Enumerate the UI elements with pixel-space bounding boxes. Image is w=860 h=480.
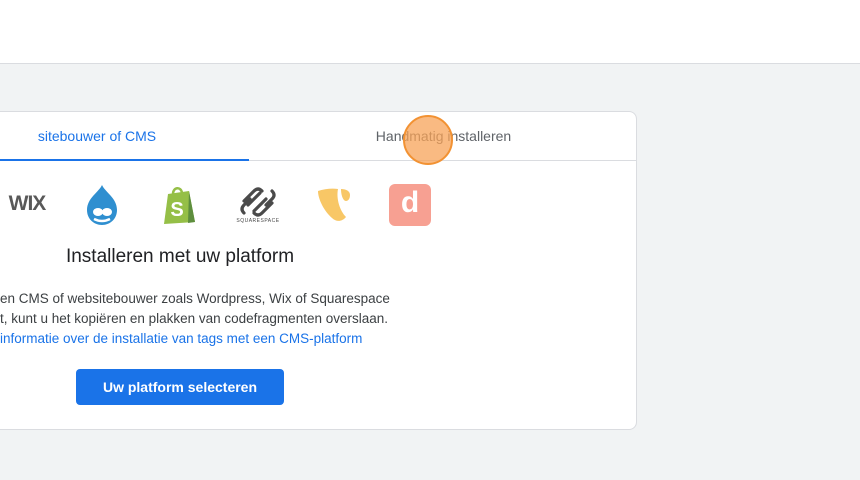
top-app-bar [0,0,860,64]
duda-logo-text: d [400,186,420,219]
wix-logo-icon[interactable]: WIX [6,184,48,224]
squarespace-logo-icon[interactable]: SQUARESPACE [236,184,280,226]
svg-text:S: S [170,199,183,221]
install-description: en CMS of websitebouwer zoals Wordpress,… [0,289,420,349]
description-line-2: t, kunt u het kopiëren en plakken van co… [0,311,388,326]
drupal-logo-icon[interactable] [82,184,122,226]
wix-logo-text: WIX [8,192,47,215]
click-indicator [403,115,453,165]
select-platform-button[interactable]: Uw platform selecteren [76,369,284,405]
shopify-bag-icon: S [164,187,195,224]
tab-website-builder-cms-label: sitebouwer of CMS [37,128,157,144]
drupal-drop-icon [87,185,117,225]
typo3-logo-icon[interactable] [315,184,353,224]
install-tabs: sitebouwer of CMS Handmatig installeren [0,112,636,161]
squarespace-mark-icon [240,186,276,217]
cms-install-info-link[interactable]: informatie over de installatie van tags … [0,329,420,349]
squarespace-logo-text: SQUARESPACE [236,217,280,224]
description-line-1: en CMS of websitebouwer zoals Wordpress,… [0,291,390,306]
duda-logo-icon[interactable]: d [389,184,431,226]
typo3-mark-icon [318,188,350,221]
tab-website-builder-cms[interactable]: sitebouwer of CMS [0,112,249,161]
install-heading: Installeren met uw platform [65,246,295,267]
shopify-logo-icon[interactable]: S [161,184,199,226]
